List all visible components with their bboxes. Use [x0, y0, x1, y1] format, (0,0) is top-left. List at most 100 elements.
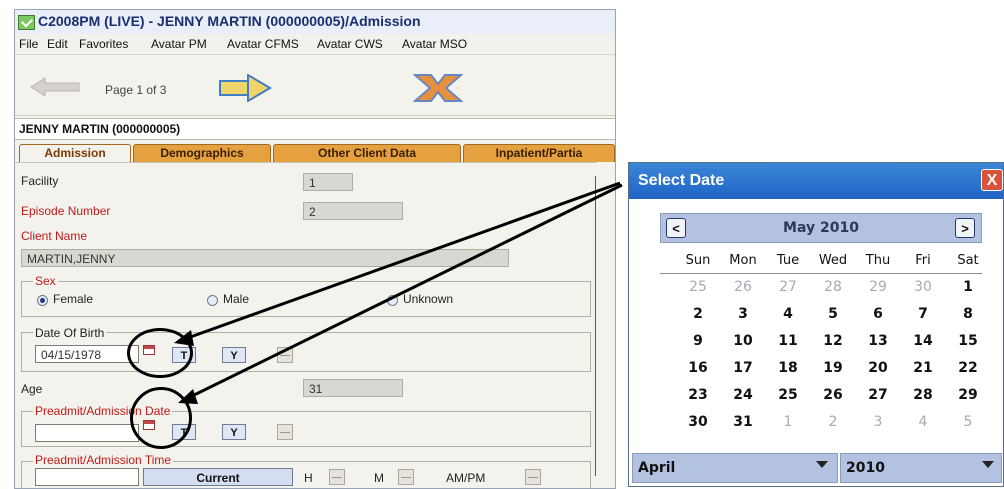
- calendar-day[interactable]: 26: [723, 279, 763, 295]
- hour-label: H: [304, 471, 313, 485]
- next-month-icon[interactable]: >: [955, 218, 975, 238]
- menu-favorites[interactable]: Favorites: [79, 37, 128, 51]
- calendar-day[interactable]: 6: [858, 306, 898, 322]
- weekday-label: Sun: [685, 253, 711, 268]
- calendar-day[interactable]: 16: [678, 360, 718, 376]
- calendar-day[interactable]: 30: [903, 279, 943, 295]
- calendar-day[interactable]: 28: [813, 279, 853, 295]
- menu-avatar-cws[interactable]: Avatar CWS: [317, 37, 383, 51]
- calendar-day[interactable]: 3: [723, 306, 763, 322]
- calendar-day[interactable]: 7: [903, 306, 943, 322]
- highlight-circle: [130, 387, 192, 449]
- minute-label: M: [374, 471, 384, 485]
- calendar-day[interactable]: 28: [903, 387, 943, 403]
- tab-demographics[interactable]: Demographics: [133, 144, 271, 162]
- calendar-day[interactable]: 11: [768, 333, 808, 349]
- ampm-spinner[interactable]: [525, 469, 541, 485]
- dob-spinner[interactable]: [277, 347, 293, 363]
- minute-spinner[interactable]: [398, 469, 414, 485]
- calendar-day[interactable]: 25: [768, 387, 808, 403]
- yesterday-button[interactable]: Y: [222, 424, 246, 440]
- prev-month-icon[interactable]: <: [666, 218, 686, 238]
- client-header: JENNY MARTIN (000000005): [15, 118, 615, 140]
- calendar-day[interactable]: 29: [858, 279, 898, 295]
- calendar-day[interactable]: 29: [948, 387, 988, 403]
- calendar-day[interactable]: 21: [903, 360, 943, 376]
- dob-field[interactable]: 04/15/1978: [35, 345, 139, 363]
- radio-unknown[interactable]: [387, 295, 398, 306]
- preadmit-time-field[interactable]: [35, 468, 139, 486]
- month-select-value: April: [638, 460, 676, 476]
- calendar-day[interactable]: 19: [813, 360, 853, 376]
- menu-avatar-pm[interactable]: Avatar PM: [151, 37, 207, 51]
- tab-inpatient[interactable]: Inpatient/Partia: [463, 144, 615, 162]
- calendar-day[interactable]: 15: [948, 333, 988, 349]
- right-arrow-icon[interactable]: [218, 74, 272, 102]
- menu-avatar-mso[interactable]: Avatar MSO: [402, 37, 467, 51]
- yesterday-button[interactable]: Y: [222, 347, 246, 363]
- calendar-day[interactable]: 14: [903, 333, 943, 349]
- chevron-down-icon[interactable]: [982, 461, 994, 468]
- menu-file[interactable]: File: [19, 37, 38, 51]
- weekday-label: Thu: [865, 253, 891, 268]
- calendar-day[interactable]: 26: [813, 387, 853, 403]
- calendar-day[interactable]: 5: [813, 306, 853, 322]
- calendar-day[interactable]: 1: [768, 414, 808, 430]
- calendar-day[interactable]: 4: [768, 306, 808, 322]
- current-time-button[interactable]: Current: [143, 468, 293, 486]
- year-select[interactable]: 2010: [840, 453, 1002, 483]
- calendar-day[interactable]: 25: [678, 279, 718, 295]
- calendar-day[interactable]: 17: [723, 360, 763, 376]
- calendar-day[interactable]: 22: [948, 360, 988, 376]
- calendar-day[interactable]: 23: [678, 387, 718, 403]
- sex-group: [21, 281, 591, 317]
- dob-label: Date Of Birth: [33, 326, 107, 340]
- calendar-day[interactable]: 31: [723, 414, 763, 430]
- episode-field[interactable]: 2: [303, 202, 403, 220]
- preadmit-time-label: Preadmit/Admission Time: [33, 453, 174, 467]
- calendar-day[interactable]: 1: [948, 279, 988, 295]
- calendar-day[interactable]: 27: [768, 279, 808, 295]
- calendar-day[interactable]: 5: [948, 414, 988, 430]
- left-arrow-icon[interactable]: [29, 77, 81, 97]
- facility-field[interactable]: 1: [303, 173, 353, 191]
- highlight-circle: [127, 328, 193, 378]
- menu-avatar-cfms[interactable]: Avatar CFMS: [227, 37, 299, 51]
- weekday-label: Sat: [957, 253, 979, 268]
- calendar-day[interactable]: 8: [948, 306, 988, 322]
- calendar-day[interactable]: 13: [858, 333, 898, 349]
- calendar-day[interactable]: 20: [858, 360, 898, 376]
- ampm-label: AM/PM: [446, 471, 486, 485]
- x-close-icon[interactable]: [413, 73, 463, 103]
- radio-male[interactable]: [207, 295, 218, 306]
- preadmit-date-field[interactable]: [35, 424, 139, 442]
- calendar-day[interactable]: 27: [858, 387, 898, 403]
- calendar-day[interactable]: 12: [813, 333, 853, 349]
- preadmit-date-spinner[interactable]: [277, 424, 293, 440]
- calendar-day[interactable]: 9: [678, 333, 718, 349]
- age-field[interactable]: 31: [303, 379, 403, 397]
- calendar-day[interactable]: 30: [678, 414, 718, 430]
- calendar-day[interactable]: 18: [768, 360, 808, 376]
- calendar-day[interactable]: 3: [858, 414, 898, 430]
- chevron-down-icon[interactable]: [816, 461, 828, 468]
- hour-spinner[interactable]: [329, 469, 345, 485]
- calendar-day[interactable]: 10: [723, 333, 763, 349]
- calendar-day[interactable]: 2: [678, 306, 718, 322]
- calendar-day[interactable]: 4: [903, 414, 943, 430]
- tab-strip: Admission Demographics Other Client Data…: [15, 144, 615, 163]
- weekday-label: Wed: [818, 253, 848, 268]
- calendar-day[interactable]: 2: [813, 414, 853, 430]
- tab-admission[interactable]: Admission: [19, 144, 131, 163]
- year-select-value: 2010: [846, 460, 885, 476]
- dialog-title: Select Date: [638, 172, 725, 189]
- calendar-day[interactable]: 24: [723, 387, 763, 403]
- dialog-close-icon[interactable]: X: [981, 169, 1003, 191]
- tab-other-client-data[interactable]: Other Client Data: [273, 144, 461, 162]
- unknown-label: Unknown: [403, 292, 454, 306]
- admission-window: C2008PM (LIVE) - JENNY MARTIN (000000005…: [14, 9, 616, 489]
- month-select[interactable]: April: [632, 453, 838, 483]
- menu-edit[interactable]: Edit: [47, 37, 68, 51]
- radio-female[interactable]: [37, 295, 48, 306]
- client-name-field[interactable]: MARTIN,JENNY: [21, 249, 509, 267]
